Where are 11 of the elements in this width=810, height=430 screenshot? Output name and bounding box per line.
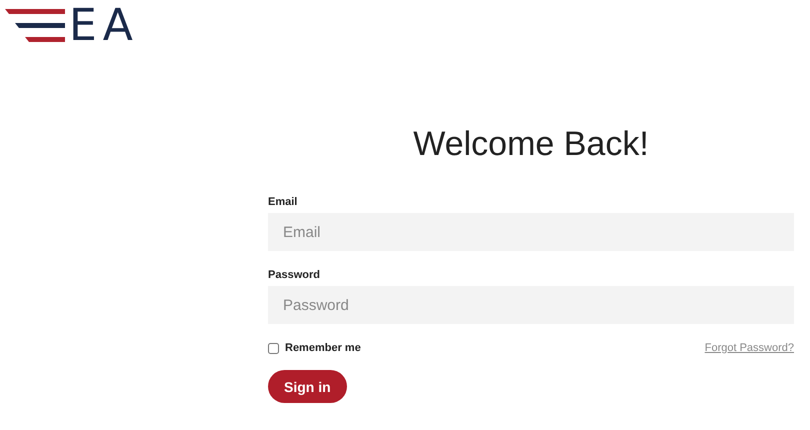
forgot-password-link[interactable]: Forgot Password?	[704, 342, 794, 354]
checkbox[interactable]	[268, 342, 279, 354]
logo-text: EA	[69, 7, 139, 45]
input-field[interactable]: Password	[268, 286, 794, 324]
field-label: Password	[268, 269, 321, 281]
page-title: Welcome Back!	[412, 125, 650, 164]
sign-in-button[interactable]: Sign in	[268, 370, 347, 403]
input-field[interactable]: Email	[268, 213, 794, 251]
stripes-icon	[5, 9, 65, 43]
checkbox-label: Remember me	[285, 342, 361, 354]
field-label: Email	[268, 196, 298, 208]
